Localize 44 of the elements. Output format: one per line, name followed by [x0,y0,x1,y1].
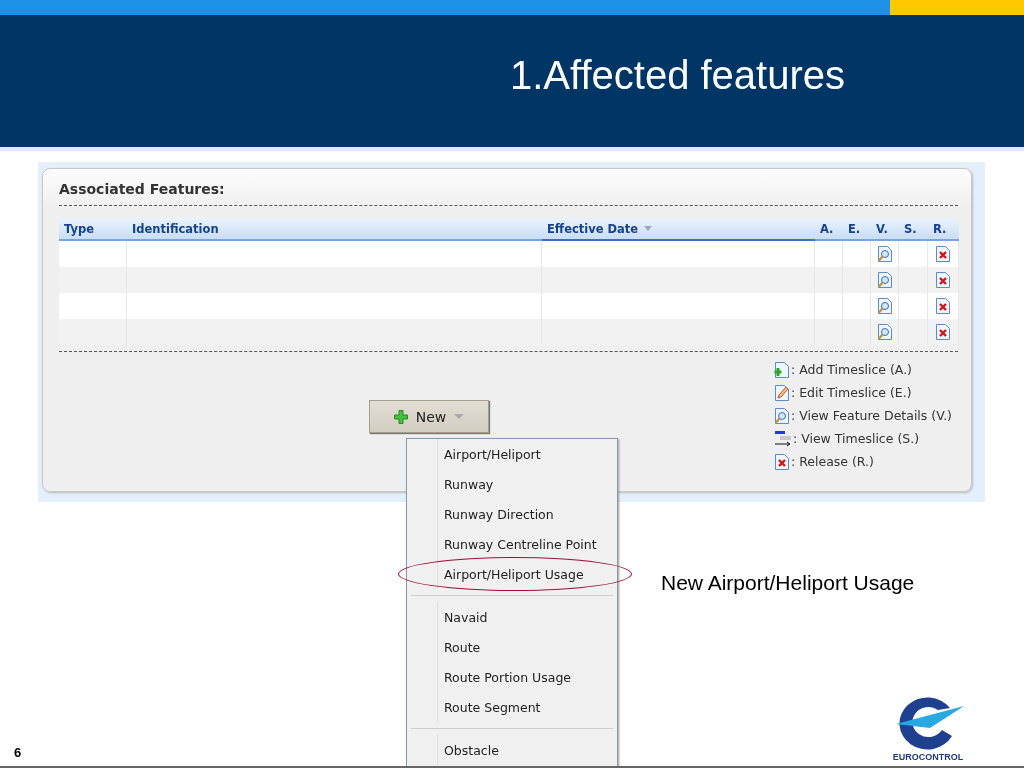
logo-text: EUROCONTROL [892,752,964,762]
menu-item[interactable]: Obstacle [438,735,617,765]
release-icon [935,245,951,263]
menu-item[interactable]: Navaid [438,602,617,632]
add-icon [774,360,790,379]
menu-item[interactable]: Route [438,632,617,662]
column-header[interactable]: V. [871,218,899,241]
release-icon [935,297,951,315]
column-header[interactable]: R. [928,218,959,241]
page-number: 6 [14,745,22,760]
timeslice-icon [774,429,792,448]
legend-text: : Add Timeslice (A.) [791,362,912,377]
release-icon [774,452,790,471]
view-details-icon [876,245,893,263]
menu-item[interactable]: Route Portion Usage [438,662,617,692]
menu-item[interactable]: Airport/Heliport Usage [438,559,617,589]
view-details-icon [876,297,893,315]
caret-icon [454,414,465,419]
column-header[interactable]: A. [815,218,843,241]
legend-text: : View Timeslice (S.) [793,431,920,446]
new-button[interactable]: New [369,400,489,433]
panel-title: Associated Features: [59,177,958,206]
legend-text: : Edit Timeslice (E.) [791,385,912,400]
plus-icon [393,409,408,424]
release-icon [935,323,951,341]
column-header[interactable]: E. [843,218,871,241]
column-header[interactable]: Type [59,218,127,241]
legend-text: : View Feature Details (V.) [791,408,952,423]
legend-text: : Release (R.) [791,454,874,469]
menu-item[interactable]: Airport/Heliport [438,439,617,469]
menu-item[interactable]: Runway Direction [438,499,617,529]
menu-item[interactable]: Route Segment [438,692,617,722]
menu-item[interactable]: Runway [438,469,617,499]
menu-item[interactable]: Runway Centreline Point [438,529,617,559]
column-header[interactable]: Identification [127,218,542,241]
release-icon [935,271,951,289]
column-header[interactable]: S. [899,218,928,241]
view-details-icon [876,323,893,341]
column-header[interactable]: Effective Date [542,218,815,241]
view-details-icon [876,271,893,289]
slide-caption: New Airport/Heliport Usage [661,571,915,595]
slide-title: 1.Affected features [510,52,846,98]
pencil-icon [774,383,790,402]
view-details-icon [774,406,790,425]
